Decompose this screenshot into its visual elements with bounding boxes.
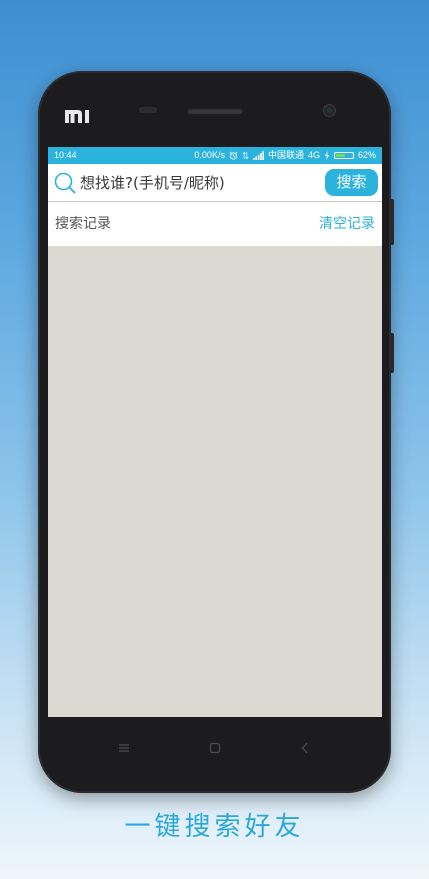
network-type: 4G	[307, 150, 320, 160]
mi-logo-icon	[65, 110, 89, 123]
status-time: 10:44	[54, 150, 77, 160]
clear-history-button[interactable]: 清空记录	[319, 202, 375, 246]
net-speed: 0.00K/s	[194, 150, 225, 160]
search-bar: 搜索	[48, 164, 382, 202]
battery-icon	[333, 152, 354, 159]
proximity-sensor	[139, 107, 157, 113]
data-transfer-icon	[242, 151, 249, 160]
battery-percent: 62%	[357, 150, 376, 160]
carrier-name: 中国联通	[267, 150, 304, 160]
search-history-list	[48, 246, 382, 717]
screen: 10:44 0.00K/s 中国联通 4G 62% 想找谁?(手机号/昵称) 搜…	[48, 147, 382, 717]
search-history-header: 搜索记录 清空记录	[48, 202, 382, 246]
front-camera	[323, 104, 336, 117]
status-right: 0.00K/s 中国联通 4G 62%	[194, 147, 376, 164]
alarm-icon	[229, 151, 238, 160]
battery-fill	[335, 154, 346, 157]
back-icon[interactable]	[295, 738, 315, 758]
power-button	[391, 333, 394, 373]
promo-caption: 一键搜索好友	[124, 812, 305, 842]
signal-icon	[252, 151, 264, 160]
home-icon[interactable]	[205, 738, 225, 758]
search-input[interactable]	[80, 169, 320, 197]
search-button[interactable]: 搜索	[325, 169, 378, 196]
menu-icon[interactable]	[114, 738, 134, 758]
earpiece-speaker	[187, 108, 243, 114]
search-history-title: 搜索记录	[55, 216, 111, 232]
search-icon	[54, 172, 76, 194]
charging-icon	[324, 151, 330, 160]
navigation-bar	[48, 728, 382, 768]
volume-button	[391, 199, 394, 245]
status-bar: 10:44 0.00K/s 中国联通 4G 62%	[48, 147, 382, 164]
